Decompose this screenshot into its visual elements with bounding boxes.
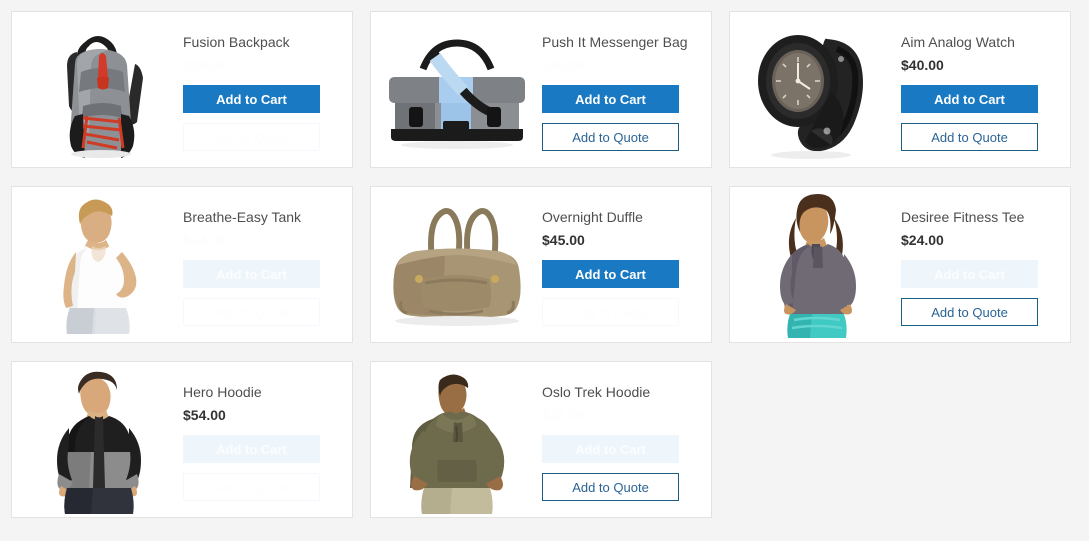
product-price: $40.00 [901,57,944,73]
product-grid: Fusion Backpack $59.00 Add to Cart Add to Q… [0,0,1089,536]
product-image-duffle-bag[interactable] [371,187,542,342]
product-image-hero-hoodie-model[interactable] [12,362,183,517]
product-image-fitness-tee-model[interactable] [730,187,901,342]
product-card[interactable]: Breathe-Easy Tank $34.00 Add to Cart Add to… [11,186,353,343]
product-image-watch[interactable] [730,12,901,167]
product-info: Hero Hoodie $54.00 Add to Cart Add to Quote [183,362,352,511]
backpack-image [66,35,143,158]
product-name[interactable]: Desiree Fitness Tee [901,209,1048,226]
product-image-backpack[interactable] [12,12,183,167]
product-name[interactable]: Overnight Duffle [542,209,689,226]
add-to-quote-button[interactable]: Add to Quote [542,473,679,501]
product-card[interactable]: Push It Messenger Bag $45.00 Add to Cart Ad… [370,11,712,168]
add-to-quote-button[interactable]: Add to Quote [901,298,1038,326]
hero-hoodie-model-image [56,371,141,514]
product-name[interactable]: Oslo Trek Hoodie [542,384,689,401]
add-to-quote-button[interactable]: Add to Quote [183,123,320,151]
product-card[interactable]: Aim Analog Watch $40.00 Add to Cart Add to … [729,11,1071,168]
product-price: $34.00 [183,232,226,248]
product-info: Desiree Fitness Tee $24.00 Add to Cart Add … [901,187,1070,336]
product-image-trek-hoodie-model[interactable] [371,362,542,517]
product-price: $45.00 [542,57,585,73]
product-name[interactable]: Breathe-Easy Tank [183,209,330,226]
add-to-quote-button[interactable]: Add to Quote [901,123,1038,151]
add-to-quote-button[interactable]: Add to Quote [542,123,679,151]
product-info: Fusion Backpack $59.00 Add to Cart Add to Q… [183,12,352,161]
product-price: $42.00 [542,407,585,423]
trek-hoodie-model-image [409,373,504,514]
product-info: Oslo Trek Hoodie $42.00 Add to Cart Add to … [542,362,711,511]
add-to-cart-button[interactable]: Add to Cart [183,85,320,113]
product-price: $24.00 [901,232,944,248]
add-to-cart-button[interactable]: Add to Cart [542,435,679,463]
add-to-cart-button[interactable]: Add to Cart [901,260,1038,288]
add-to-cart-button[interactable]: Add to Cart [183,435,320,463]
tank-top-model-image [62,198,136,334]
product-name[interactable]: Push It Messenger Bag [542,34,689,51]
product-image-messenger-bag[interactable] [371,12,542,167]
product-image-tank-top-model[interactable] [12,187,183,342]
add-to-cart-button[interactable]: Add to Cart [542,260,679,288]
product-card[interactable]: Fusion Backpack $59.00 Add to Cart Add to Q… [11,11,353,168]
messenger-bag-image [388,38,525,149]
product-price: $59.00 [183,57,226,73]
product-name[interactable]: Aim Analog Watch [901,34,1048,51]
product-card[interactable]: Overnight Duffle $45.00 Add to Cart Add to … [370,186,712,343]
product-card[interactable]: Hero Hoodie $54.00 Add to Cart Add to Quote [11,361,353,518]
product-name[interactable]: Fusion Backpack [183,34,330,51]
product-info: Breathe-Easy Tank $34.00 Add to Cart Add to… [183,187,352,336]
fitness-tee-model-image [779,193,856,338]
add-to-quote-button[interactable]: Add to Quote [183,473,320,501]
product-name[interactable]: Hero Hoodie [183,384,330,401]
add-to-cart-button[interactable]: Add to Cart [542,85,679,113]
product-info: Overnight Duffle $45.00 Add to Cart Add to … [542,187,711,336]
product-price: $54.00 [183,407,226,423]
product-card[interactable]: Oslo Trek Hoodie $42.00 Add to Cart Add to … [370,361,712,518]
product-info: Aim Analog Watch $40.00 Add to Cart Add to … [901,12,1070,161]
product-card[interactable]: Desiree Fitness Tee $24.00 Add to Cart Add … [729,186,1071,343]
duffle-bag-image [392,207,521,326]
product-price: $45.00 [542,232,585,248]
watch-image [757,34,863,159]
add-to-quote-button[interactable]: Add to Quote [542,298,679,326]
product-info: Push It Messenger Bag $45.00 Add to Cart Ad… [542,12,711,161]
add-to-quote-button[interactable]: Add to Quote [183,298,320,326]
add-to-cart-button[interactable]: Add to Cart [183,260,320,288]
add-to-cart-button[interactable]: Add to Cart [901,85,1038,113]
